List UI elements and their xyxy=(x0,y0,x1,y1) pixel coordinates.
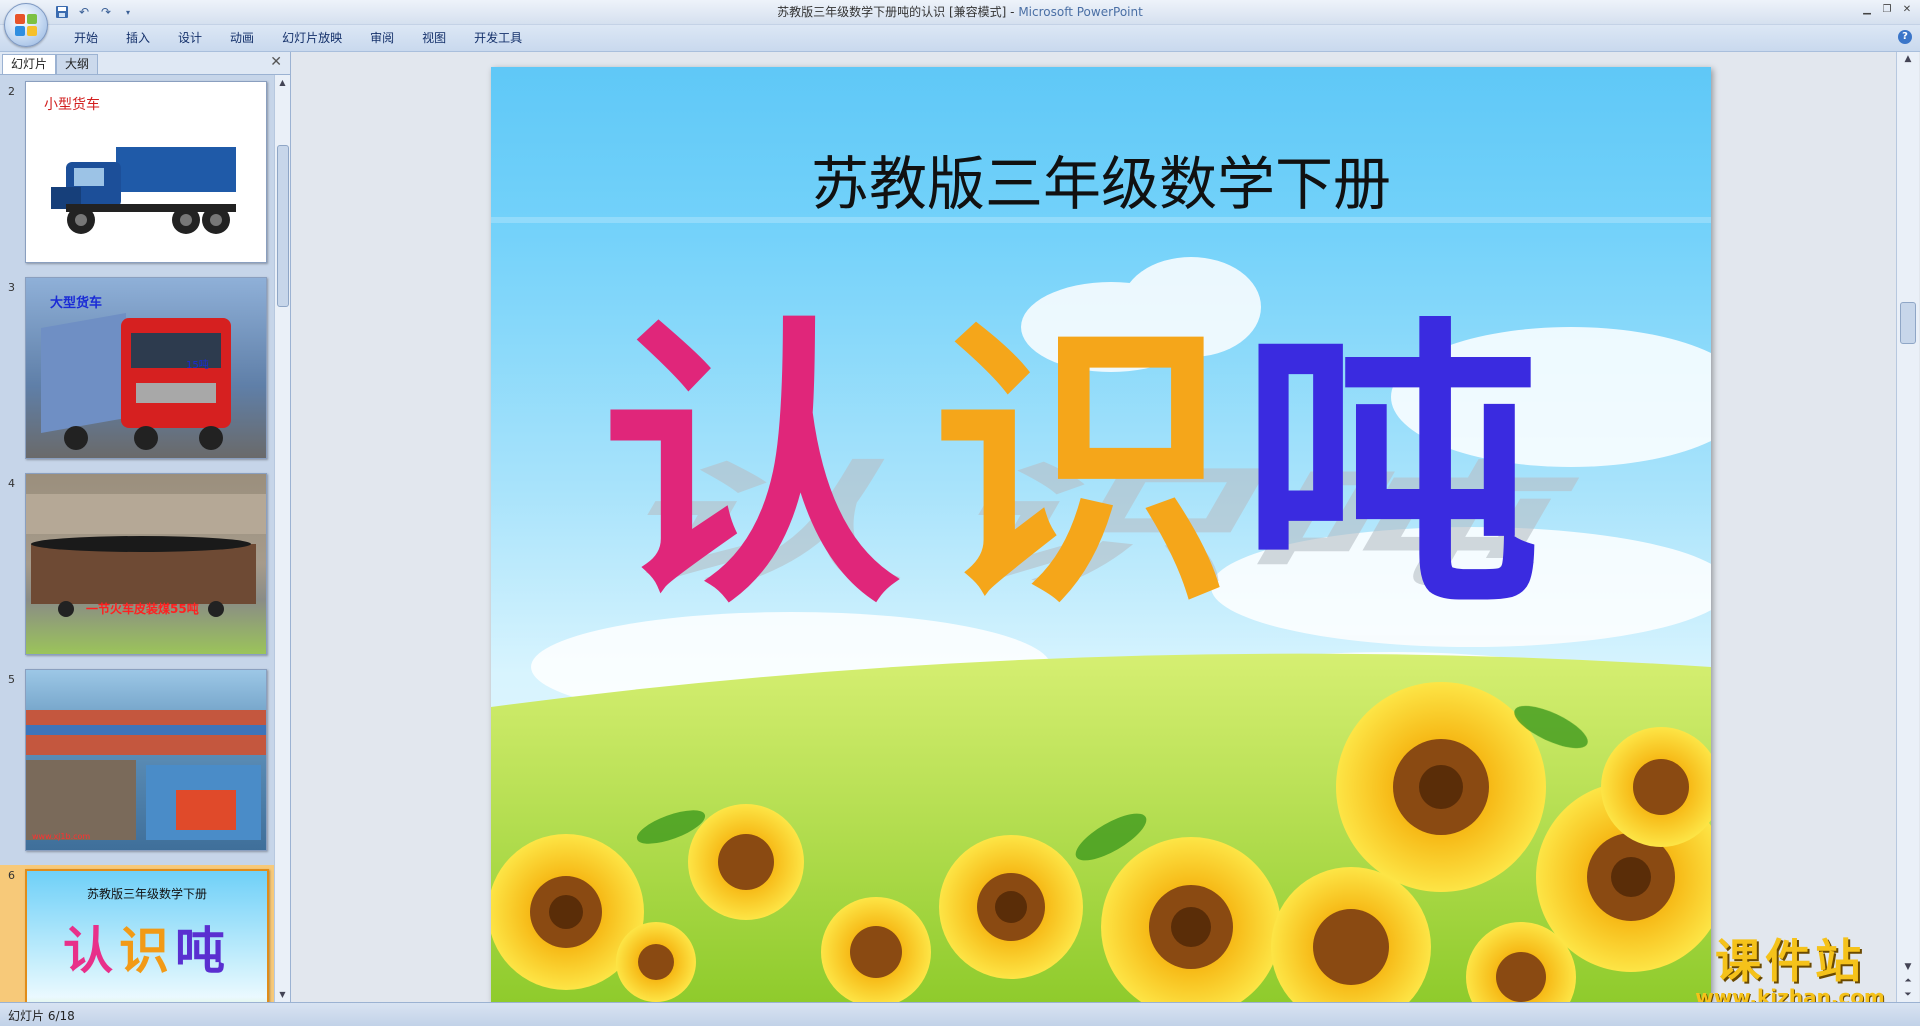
slide-number: 4 xyxy=(8,477,15,490)
slide-thumbnail[interactable]: 苏教版三年级数学下册 认识吨 xyxy=(25,869,269,1002)
title-bar: ↶ ↷ ▾ 苏教版三年级数学下册吨的认识 [兼容模式] - Microsoft … xyxy=(0,0,1920,47)
tab-animations[interactable]: 动画 xyxy=(216,25,268,51)
slide-number: 2 xyxy=(8,85,15,98)
char-ren: 认 xyxy=(601,290,901,643)
restore-icon[interactable]: ❐ xyxy=(1878,2,1896,18)
window-title: 苏教版三年级数学下册吨的认识 [兼容模式] - Microsoft PowerP… xyxy=(0,0,1920,24)
port-image xyxy=(26,710,266,840)
redo-icon[interactable]: ↷ xyxy=(98,4,114,20)
scroll-up-icon[interactable]: ▲ xyxy=(275,75,290,90)
customize-icon[interactable]: ▾ xyxy=(120,4,136,20)
slide-thumbnail-row[interactable]: 4 一节火车皮装煤55吨 xyxy=(0,473,274,659)
close-pane-icon[interactable]: ✕ xyxy=(270,54,282,70)
app-name: Microsoft PowerPoint xyxy=(1018,5,1143,19)
tab-review[interactable]: 审阅 xyxy=(356,25,408,51)
char-shi: 识 xyxy=(931,290,1231,643)
scroll-thumb[interactable] xyxy=(1900,302,1916,344)
scroll-up-icon[interactable]: ▲ xyxy=(1897,52,1919,66)
thumb-extra: 15吨 xyxy=(186,360,209,371)
ribbon: 开始 插入 设计 动画 幻灯片放映 审阅 视图 开发工具 ? xyxy=(0,25,1920,52)
thumb-char: 认 xyxy=(63,921,119,980)
slide-number: 6 xyxy=(8,869,15,882)
scroll-thumb[interactable] xyxy=(277,145,289,307)
tab-slideshow[interactable]: 幻灯片放映 xyxy=(268,25,356,51)
slide-thumbnail-row[interactable]: 5 www.xj1b.com xyxy=(0,669,274,855)
close-icon[interactable]: ✕ xyxy=(1898,2,1916,18)
thumb-caption: 一节火车皮装煤55吨 xyxy=(86,602,199,616)
status-bar: 幻灯片 6/18 xyxy=(0,1002,1920,1026)
watermark: 课件站 www.kjzhan.com xyxy=(1670,925,1910,1009)
save-icon[interactable] xyxy=(54,4,70,20)
tab-view[interactable]: 视图 xyxy=(408,25,460,51)
document-title: 苏教版三年级数学下册吨的认识 [兼容模式] - xyxy=(777,5,1015,19)
truck-image xyxy=(51,147,236,234)
slide-thumbnail-row[interactable]: 2 小型货车 xyxy=(0,81,274,267)
char-dun: 吨 xyxy=(1241,290,1541,643)
slide-number: 5 xyxy=(8,673,15,686)
tab-outline[interactable]: 大纲 xyxy=(56,54,99,74)
big-truck-image xyxy=(41,313,231,450)
office-button[interactable] xyxy=(4,3,48,47)
slide-title[interactable]: 苏教版三年级数学下册 xyxy=(491,137,1711,221)
main-word-art[interactable]: 认 识 吨 认 识 吨 xyxy=(585,290,1607,667)
slide-thumbnail-row[interactable]: 3 大型货车 15吨 xyxy=(0,277,274,463)
window-controls: ▁ ❐ ✕ xyxy=(1858,2,1916,18)
slide-thumbnail[interactable]: 大型货车 15吨 xyxy=(25,277,267,459)
thumb-extra: www.xj1b.com xyxy=(32,832,91,841)
thumb-extra: 认识吨 xyxy=(27,911,267,983)
slide-thumbnail[interactable]: www.xj1b.com xyxy=(25,669,267,851)
thumbnail-scrollbar[interactable]: ▲ ▼ xyxy=(274,75,290,1002)
slide-thumbnails: 2 小型货车 3 大型货车 15吨 4 一节火车皮装煤55吨 5 www.xj1… xyxy=(0,75,274,1002)
slides-pane: 幻灯片 大纲 ✕ 2 小型货车 3 大型货车 15吨 4 一节火车皮装煤55吨 … xyxy=(0,52,291,1002)
thumb-char: 识 xyxy=(119,921,175,980)
slide-number: 3 xyxy=(8,281,15,294)
slide-count-status: 幻灯片 6/18 xyxy=(8,1009,75,1023)
slide-thumbnail[interactable]: 一节火车皮装煤55吨 xyxy=(25,473,267,655)
scroll-down-icon[interactable]: ▼ xyxy=(275,987,290,1002)
ribbon-tabs: 开始 插入 设计 动画 幻灯片放映 审阅 视图 开发工具 xyxy=(60,25,536,51)
quick-access-toolbar: ↶ ↷ ▾ xyxy=(54,3,136,21)
editor-scrollbar[interactable]: ▲ ▼ ⏶ ⏷ xyxy=(1896,52,1919,1002)
minimize-icon[interactable]: ▁ xyxy=(1858,2,1876,18)
slide-thumbnail-row-selected[interactable]: 6 苏教版三年级数学下册 认识吨 xyxy=(0,865,274,1002)
tab-insert[interactable]: 插入 xyxy=(112,25,164,51)
tab-design[interactable]: 设计 xyxy=(164,25,216,51)
office-logo-icon xyxy=(15,14,37,36)
tab-developer[interactable]: 开发工具 xyxy=(460,25,536,51)
thumb-char: 吨 xyxy=(175,921,231,980)
slide-editor: 苏教版三年级数学下册 认 识 吨 认 识 吨 ▲ ▼ ⏶ ⏷ xyxy=(291,52,1920,1002)
pane-tabs: 幻灯片 大纲 ✕ xyxy=(0,52,290,75)
thumb-caption: 小型货车 xyxy=(44,97,100,113)
tab-home[interactable]: 开始 xyxy=(60,25,112,51)
current-slide[interactable]: 苏教版三年级数学下册 认 识 吨 认 识 吨 xyxy=(491,67,1711,1002)
tab-slides[interactable]: 幻灯片 xyxy=(2,54,57,74)
watermark-text: 课件站 xyxy=(1715,934,1865,988)
slide-thumbnail[interactable]: 小型货车 xyxy=(25,81,267,263)
help-icon[interactable]: ? xyxy=(1898,30,1912,44)
thumb-caption: 苏教版三年级数学下册 xyxy=(86,887,207,901)
undo-icon[interactable]: ↶ xyxy=(76,4,92,20)
